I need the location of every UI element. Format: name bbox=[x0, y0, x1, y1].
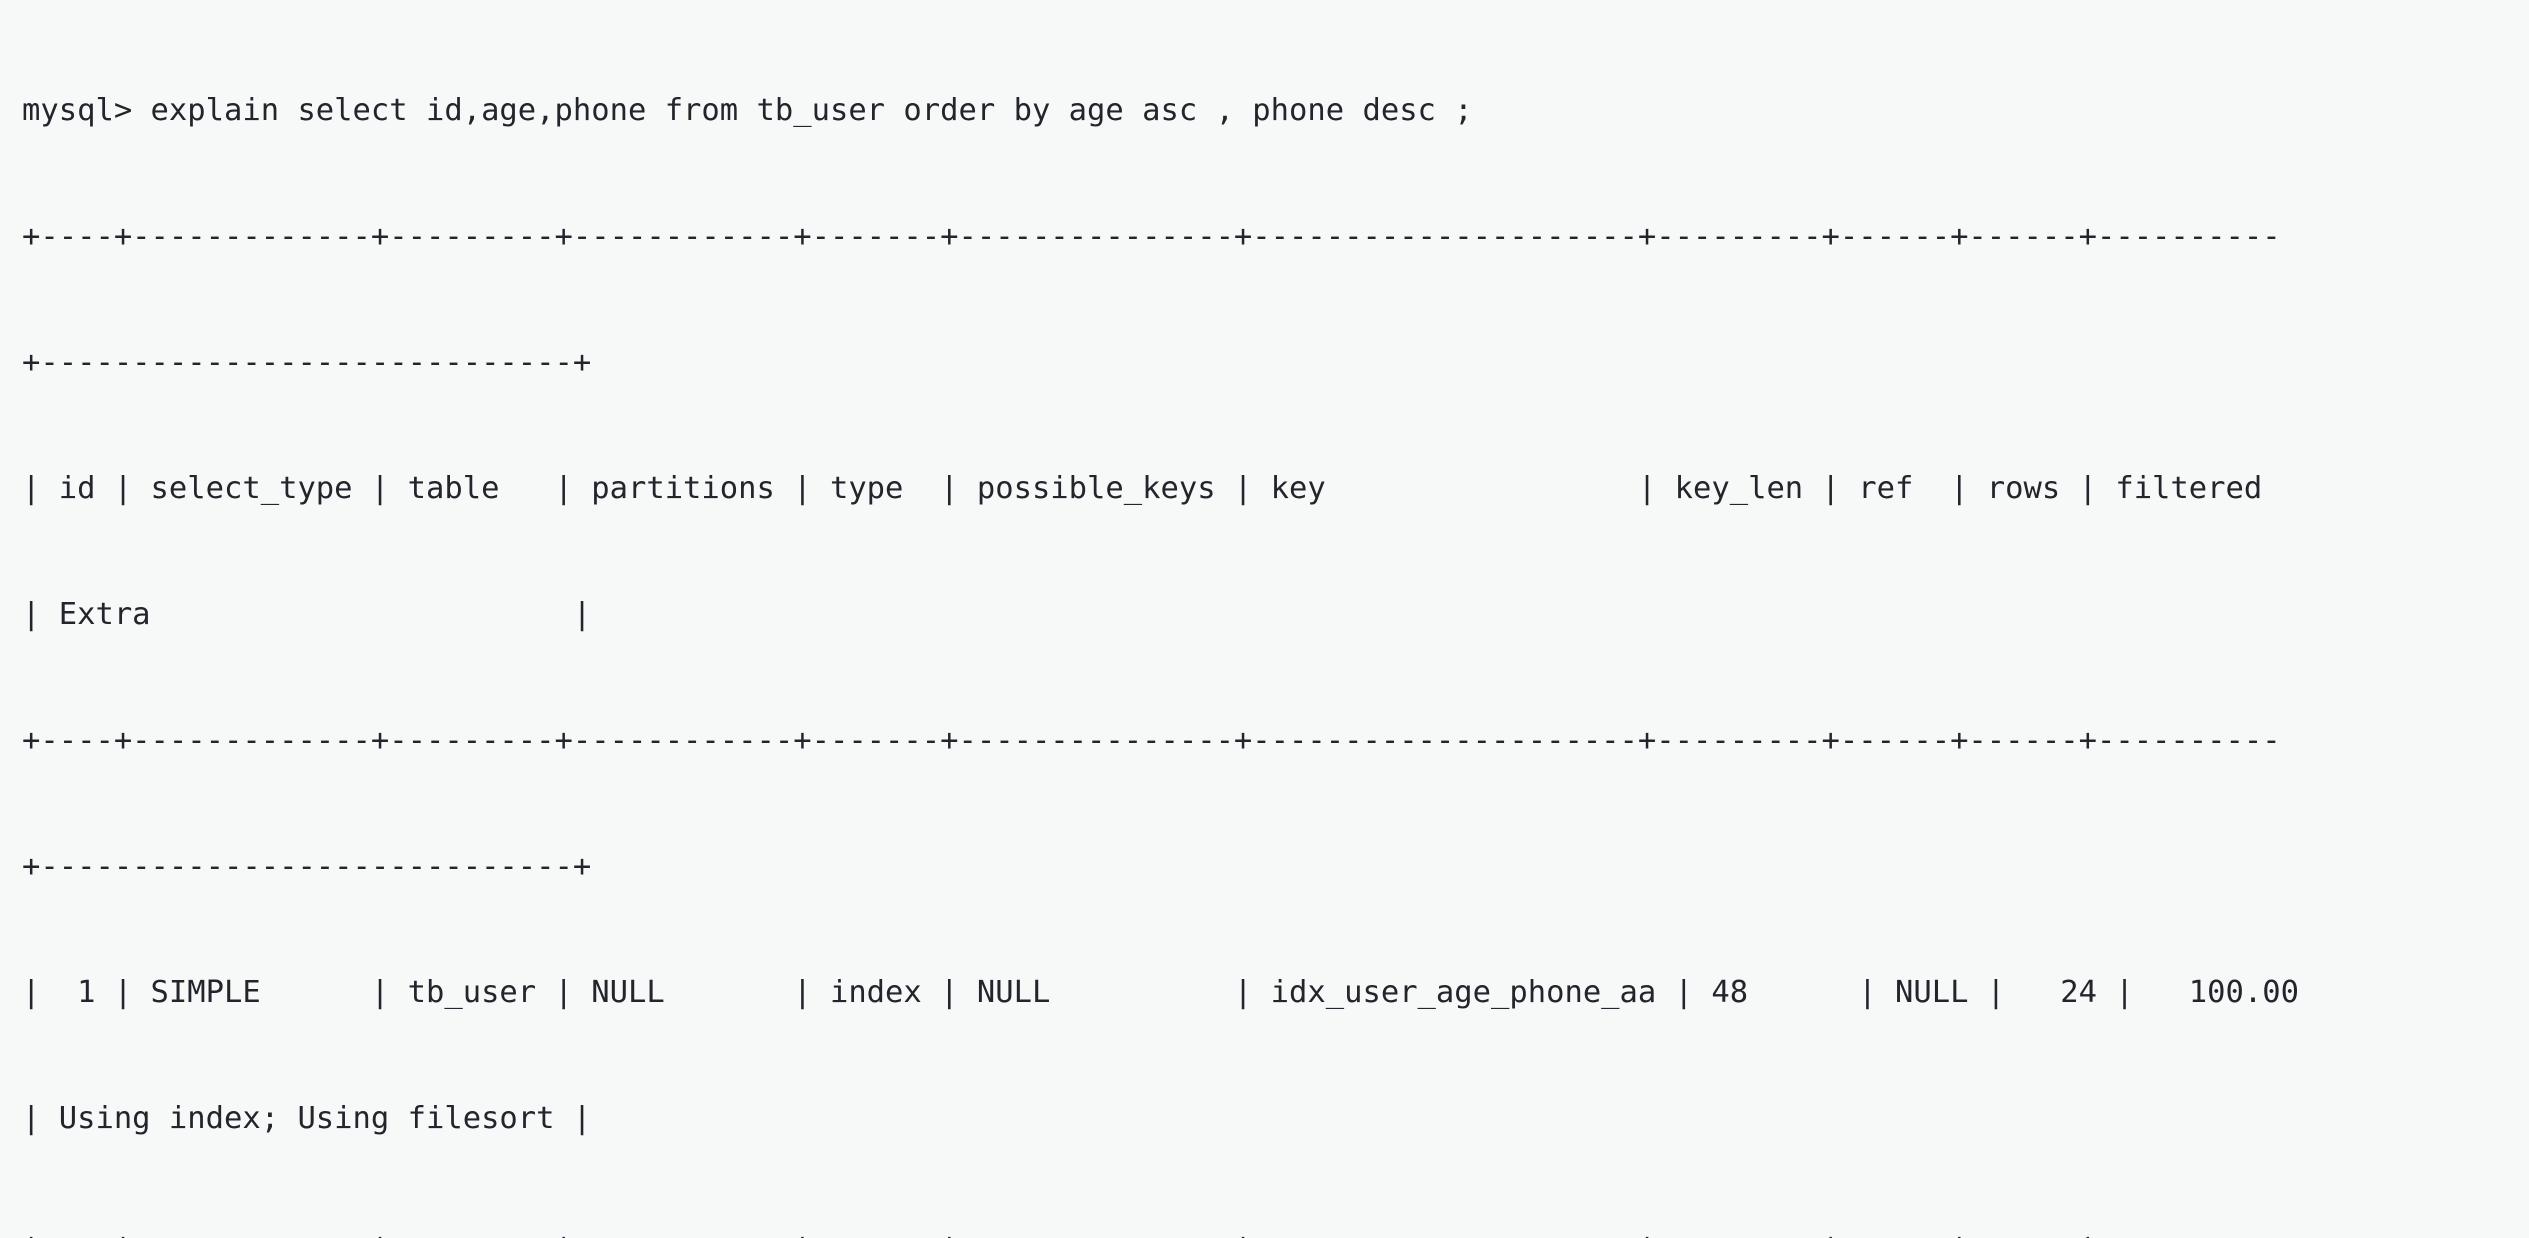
table-middle-separator-line-1: +----+-------------+---------+----------… bbox=[22, 723, 2281, 758]
table-header-line-1: | id | select_type | table | partitions … bbox=[22, 471, 2281, 506]
terminal-output: mysql> explain select id,age,phone from … bbox=[0, 0, 2529, 1238]
table-row-line-2: | Using index; Using filesort | bbox=[22, 1101, 592, 1136]
table-row-line-1: | 1 | SIMPLE | tb_user | NULL | index | … bbox=[22, 975, 2318, 1010]
table-top-separator-line-2: +-----------------------------+ bbox=[22, 345, 592, 380]
table-bottom-separator-line-1: +----+-------------+---------+----------… bbox=[22, 1224, 2529, 1238]
table-middle-separator-line-2: +-----------------------------+ bbox=[22, 849, 592, 884]
table-header-line-2: | Extra | bbox=[22, 597, 592, 632]
table-top-separator-line-1: +----+-------------+---------+----------… bbox=[22, 219, 2281, 254]
mysql-prompt-line: mysql> explain select id,age,phone from … bbox=[22, 93, 1473, 128]
